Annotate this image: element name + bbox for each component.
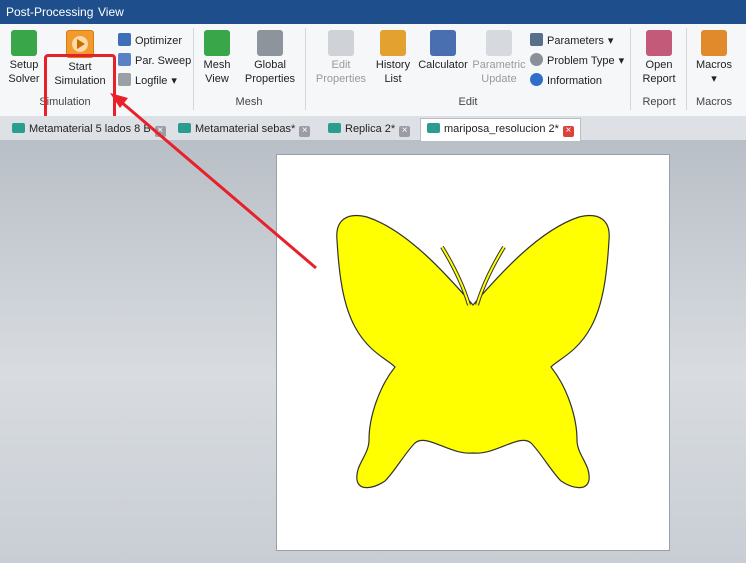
annotation-arrow (110, 93, 317, 270)
